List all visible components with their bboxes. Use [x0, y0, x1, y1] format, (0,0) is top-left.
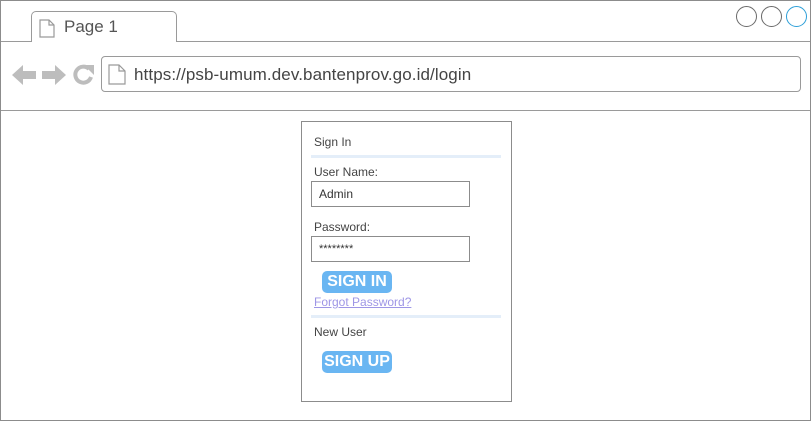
window-close-button[interactable]	[786, 6, 807, 27]
browser-chrome: Page 1 https://psb-umum.dev.bantenprov.g…	[1, 1, 810, 111]
document-icon	[39, 19, 55, 43]
window-maximize-button[interactable]	[761, 6, 782, 27]
url-text: https://psb-umum.dev.bantenprov.go.id/lo…	[134, 65, 472, 84]
forgot-password-link[interactable]: Forgot Password?	[314, 295, 411, 309]
divider	[311, 315, 501, 318]
forward-arrow-icon[interactable]	[41, 63, 67, 92]
address-bar[interactable]: https://psb-umum.dev.bantenprov.go.id/lo…	[101, 56, 801, 92]
sign-in-button[interactable]: SIGN IN	[322, 271, 392, 293]
username-input[interactable]: Admin	[311, 181, 470, 207]
new-user-label: New User	[314, 325, 367, 339]
tab-label: Page 1	[64, 17, 118, 36]
document-icon	[108, 64, 126, 90]
password-input[interactable]: ********	[311, 236, 470, 262]
browser-window: Page 1 https://psb-umum.dev.bantenprov.g…	[0, 0, 811, 421]
sign-up-button[interactable]: SIGN UP	[322, 351, 392, 373]
username-label: User Name:	[314, 165, 379, 179]
sign-in-heading: Sign In	[314, 135, 352, 149]
reload-icon[interactable]	[71, 63, 95, 92]
password-label: Password:	[314, 220, 371, 234]
browser-tab[interactable]: Page 1	[31, 11, 177, 42]
divider	[311, 155, 501, 158]
back-arrow-icon[interactable]	[11, 63, 37, 92]
login-panel: Sign In User Name: Admin Password: *****…	[301, 121, 512, 402]
window-minimize-button[interactable]	[736, 6, 757, 27]
